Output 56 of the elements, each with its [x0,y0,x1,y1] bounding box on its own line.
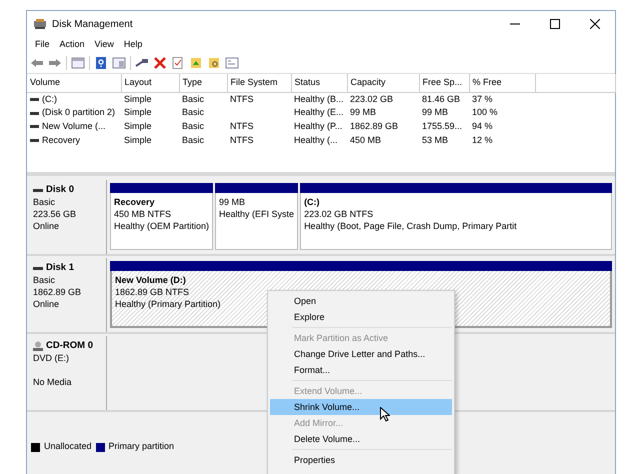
table-cell: Basic [182,107,204,118]
partition-status: Healthy (Boot, Page File, Crash Dump, Primary Partit [304,220,517,232]
table-cell: Healthy (E... [294,107,344,118]
table-cell: 223.02 GB [350,94,394,104]
disk-info: Online [33,298,60,310]
table-cell: Healthy (P... [294,121,342,132]
disk-info: Basic [33,196,56,208]
table-cell: Simple [124,94,152,104]
disk-name: CD-ROM 0 [46,340,93,352]
table-cell-text: New Volume (... [42,120,106,133]
disk-name: Disk 1 [46,262,74,274]
table-cell: Basic [182,121,204,132]
legend-label: Unallocated [44,440,92,454]
table-cell: Simple [124,134,152,145]
disk-info: DVD (E:) [33,352,69,364]
legend-label: Primary partition [108,440,174,454]
disk-name: Disk 0 [46,184,74,196]
table-cell: 12 % [472,134,493,145]
table-cell: 94 % [472,121,493,132]
partition-status: Healthy (OEM Partition) [114,220,210,232]
table-cell-text: Recovery [42,134,80,147]
table-cell: 37 % [472,94,493,104]
disk-info: Online [33,220,60,232]
table-cell: Simple [124,121,152,132]
table-cell: 81.46 GB [422,94,460,104]
partition-name: New Volume (D:) [115,274,186,286]
table-cell: 450 MB [350,134,382,145]
window-title: Disk Management [52,18,134,32]
partition-name: Recovery [114,196,155,208]
table-cell: Healthy (B... [294,94,344,104]
disk-info: 223.56 GB [33,208,76,220]
table-cell: NTFS [230,94,254,104]
partition-size: 450 MB NTFS [114,208,172,220]
partition-name: (C:) [304,196,320,208]
table-cell: Simple [124,107,152,118]
partition-status: Healthy (Primary Partition) [115,298,221,310]
table-cell: 1862.89 GB [350,121,398,132]
table-cell: 100 % [472,107,498,118]
table-cell: 99 MB [350,107,376,118]
table-cell: NTFS [230,134,254,145]
table-cell: Basic [182,134,204,145]
table-cell-text: (Disk 0 partition 2) [42,106,116,120]
table-cell: Basic [182,94,204,104]
partition-size: 99 MB [219,196,246,208]
disk-info: No Media [33,376,72,388]
partition-size: 1862.89 GB NTFS [115,286,190,298]
table-cell: 53 MB [422,134,448,145]
table-cell: Healthy (... [294,134,338,145]
table-cell: NTFS [230,121,254,132]
table-cell: 99 MB [422,107,448,118]
partition-status: Healthy (EFI Syste [219,208,294,220]
disk-info: 1862.89 GB [33,286,82,298]
partition-size: 223.02 GB NTFS [304,208,374,220]
disk-info: Basic [33,274,56,286]
table-cell: 1755.59... [422,121,462,132]
table-cell: (C:) [42,92,57,106]
